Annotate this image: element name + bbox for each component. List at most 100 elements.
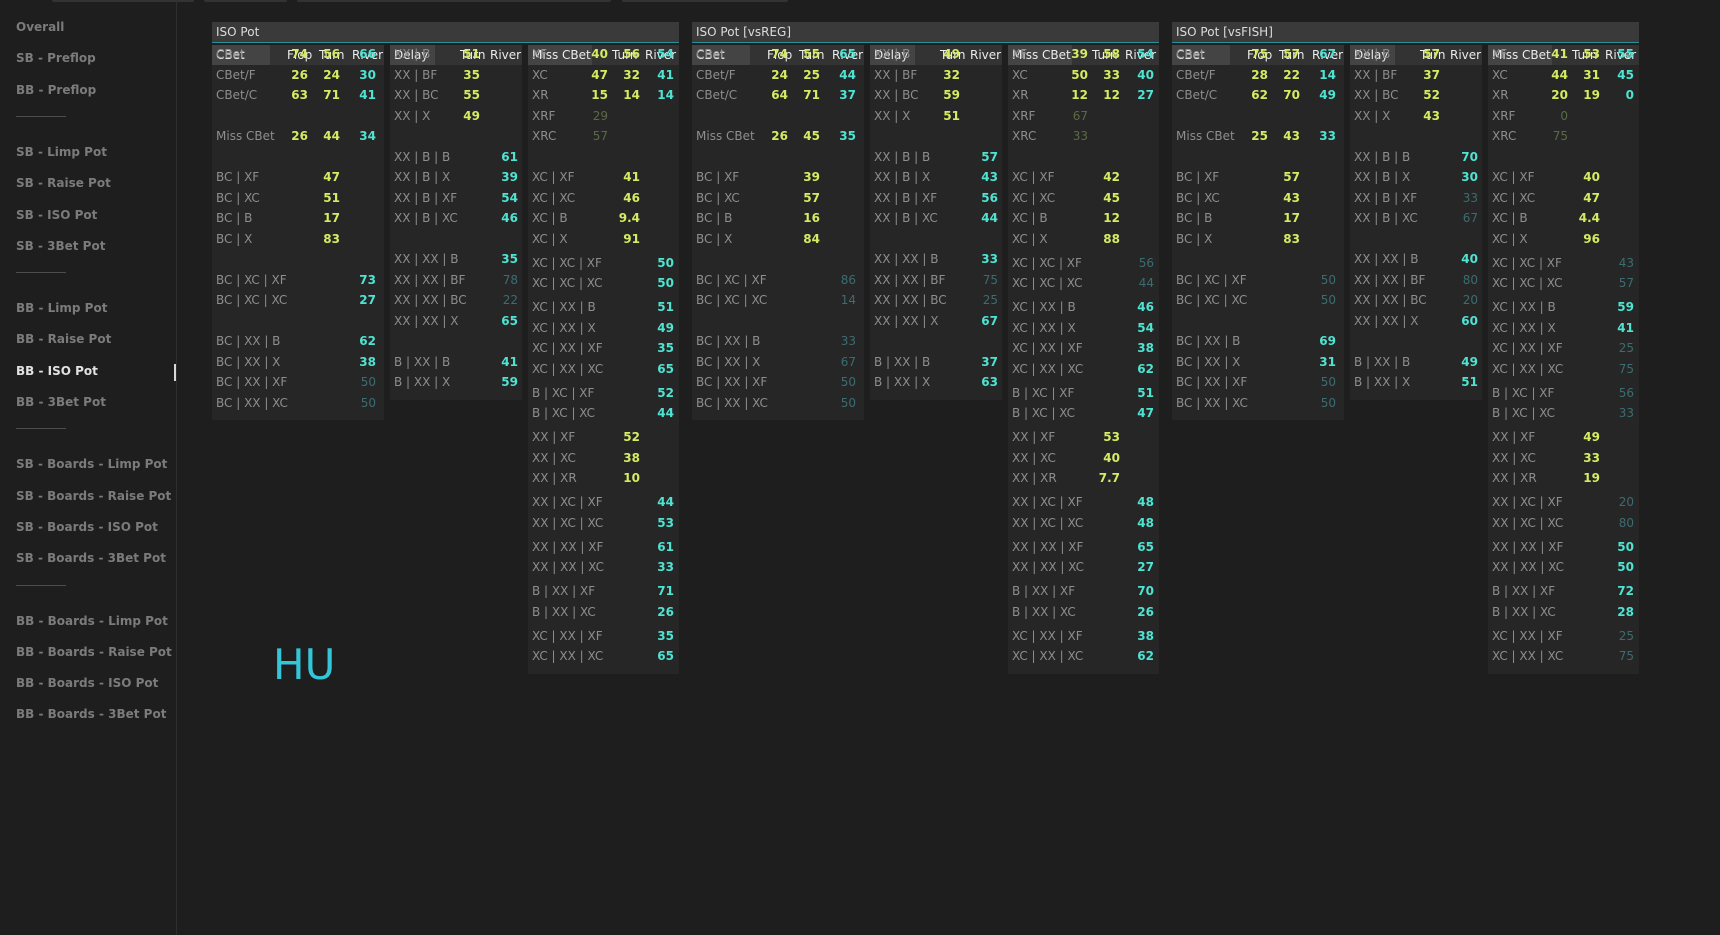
stat-value[interactable]: 41 bbox=[1594, 321, 1634, 335]
stat-value[interactable]: 27 bbox=[1114, 560, 1154, 574]
stat-value[interactable]: 42 bbox=[1080, 170, 1120, 184]
stat-value[interactable]: 37 bbox=[958, 355, 998, 369]
stat-value[interactable]: 14 bbox=[1296, 68, 1336, 82]
stat-value[interactable]: 65 bbox=[816, 47, 856, 61]
stat-value[interactable]: 49 bbox=[920, 47, 960, 61]
sidebar-item-sb-boards-3bet-pot[interactable]: SB - Boards - 3Bet Pot bbox=[16, 551, 166, 565]
stat-value[interactable]: 80 bbox=[1594, 516, 1634, 530]
stat-value[interactable]: 29 bbox=[568, 109, 608, 123]
stat-value[interactable]: 56 bbox=[300, 47, 340, 61]
stat-value[interactable]: 75 bbox=[1594, 649, 1634, 663]
stat-value[interactable]: 17 bbox=[1260, 211, 1300, 225]
stat-value[interactable]: 56 bbox=[1594, 386, 1634, 400]
stat-value[interactable]: 57 bbox=[1260, 170, 1300, 184]
stat-value[interactable]: 65 bbox=[634, 362, 674, 376]
stat-value[interactable]: 34 bbox=[336, 129, 376, 143]
stat-value[interactable]: 49 bbox=[634, 321, 674, 335]
stat-value[interactable]: 33 bbox=[634, 560, 674, 574]
stat-value[interactable]: 49 bbox=[1438, 355, 1478, 369]
stat-value[interactable]: 40 bbox=[1114, 68, 1154, 82]
stat-value[interactable]: 55 bbox=[1594, 47, 1634, 61]
stat-value[interactable]: 67 bbox=[1438, 211, 1478, 225]
stat-value[interactable]: 55 bbox=[440, 88, 480, 102]
sidebar-item-bb-iso-pot[interactable]: BB - ISO Pot bbox=[16, 364, 98, 378]
stat-value[interactable]: 25 bbox=[1594, 629, 1634, 643]
stat-value[interactable]: 51 bbox=[634, 300, 674, 314]
stat-value[interactable]: 49 bbox=[440, 109, 480, 123]
stat-value[interactable]: 33 bbox=[958, 252, 998, 266]
stat-value[interactable]: 33 bbox=[1594, 406, 1634, 420]
stat-value[interactable]: 53 bbox=[1080, 430, 1120, 444]
stat-value[interactable]: 46 bbox=[600, 191, 640, 205]
stat-value[interactable]: 38 bbox=[1114, 629, 1154, 643]
column-header-river[interactable]: River bbox=[1450, 48, 1481, 62]
stat-value[interactable]: 65 bbox=[478, 314, 518, 328]
stat-value[interactable]: 39 bbox=[780, 170, 820, 184]
stat-value[interactable]: 16 bbox=[780, 211, 820, 225]
stat-value[interactable]: 47 bbox=[1560, 191, 1600, 205]
stat-value[interactable]: 54 bbox=[634, 47, 674, 61]
stat-value[interactable]: 33 bbox=[1560, 451, 1600, 465]
stat-value[interactable]: 25 bbox=[1594, 341, 1634, 355]
stat-value[interactable]: 26 bbox=[634, 605, 674, 619]
stat-value[interactable]: 39 bbox=[478, 170, 518, 184]
stat-value[interactable]: 26 bbox=[1114, 605, 1154, 619]
stat-value[interactable]: 70 bbox=[1114, 584, 1154, 598]
sidebar-item-sb-limp-pot[interactable]: SB - Limp Pot bbox=[16, 145, 107, 159]
stat-value[interactable]: 47 bbox=[1114, 406, 1154, 420]
stat-value[interactable]: 57 bbox=[780, 191, 820, 205]
stat-value[interactable]: 75 bbox=[1594, 362, 1634, 376]
stat-value[interactable]: 50 bbox=[1296, 375, 1336, 389]
stat-value[interactable]: 44 bbox=[300, 129, 340, 143]
stat-value[interactable]: 56 bbox=[958, 191, 998, 205]
stat-value[interactable]: 41 bbox=[478, 355, 518, 369]
stat-value[interactable]: 43 bbox=[1260, 191, 1300, 205]
stat-value[interactable]: 9.4 bbox=[600, 211, 640, 225]
sidebar-item-bb-boards-3bet-pot[interactable]: BB - Boards - 3Bet Pot bbox=[16, 707, 166, 721]
stat-value[interactable]: 38 bbox=[1114, 341, 1154, 355]
sidebar-item-sb-iso-pot[interactable]: SB - ISO Pot bbox=[16, 208, 97, 222]
stat-value[interactable]: 67 bbox=[1296, 47, 1336, 61]
stat-value[interactable]: 86 bbox=[816, 273, 856, 287]
stat-value[interactable]: 44 bbox=[816, 68, 856, 82]
stat-value[interactable]: 32 bbox=[920, 68, 960, 82]
stat-value[interactable]: 59 bbox=[920, 88, 960, 102]
stat-value[interactable]: 54 bbox=[478, 191, 518, 205]
stat-value[interactable]: 75 bbox=[958, 273, 998, 287]
stat-value[interactable]: 50 bbox=[634, 256, 674, 270]
stat-value[interactable]: 70 bbox=[1438, 150, 1478, 164]
stat-value[interactable]: 57 bbox=[1260, 47, 1300, 61]
stat-value[interactable]: 33 bbox=[1048, 129, 1088, 143]
stat-value[interactable]: 51 bbox=[300, 191, 340, 205]
stat-value[interactable]: 50 bbox=[1296, 396, 1336, 410]
stat-value[interactable]: 57 bbox=[568, 129, 608, 143]
sidebar-item-sb-preflop[interactable]: SB - Preflop bbox=[16, 51, 96, 65]
stat-value[interactable]: 84 bbox=[780, 232, 820, 246]
stat-value[interactable]: 27 bbox=[1114, 88, 1154, 102]
stat-value[interactable]: 46 bbox=[478, 211, 518, 225]
stat-value[interactable]: 41 bbox=[336, 88, 376, 102]
column-header-river[interactable]: River bbox=[490, 48, 521, 62]
stat-value[interactable]: 59 bbox=[478, 375, 518, 389]
stat-value[interactable]: 52 bbox=[600, 430, 640, 444]
stat-value[interactable]: 43 bbox=[1594, 256, 1634, 270]
stat-value[interactable]: 62 bbox=[1114, 649, 1154, 663]
stat-value[interactable]: 25 bbox=[780, 68, 820, 82]
stat-value[interactable]: 43 bbox=[1260, 129, 1300, 143]
stat-value[interactable]: 96 bbox=[1560, 232, 1600, 246]
stat-value[interactable]: 50 bbox=[1296, 293, 1336, 307]
stat-value[interactable]: 50 bbox=[336, 375, 376, 389]
stat-value[interactable]: 50 bbox=[1594, 540, 1634, 554]
stat-value[interactable]: 47 bbox=[300, 170, 340, 184]
stat-value[interactable]: 57 bbox=[1594, 276, 1634, 290]
stat-value[interactable]: 4.4 bbox=[1560, 211, 1600, 225]
stat-value[interactable]: 17 bbox=[300, 211, 340, 225]
stat-value[interactable]: 69 bbox=[1296, 334, 1336, 348]
stat-value[interactable]: 52 bbox=[1400, 88, 1440, 102]
sidebar-item-bb-boards-raise-pot[interactable]: BB - Boards - Raise Pot bbox=[16, 645, 172, 659]
stat-value[interactable]: 33 bbox=[1438, 191, 1478, 205]
stat-value[interactable]: 37 bbox=[816, 88, 856, 102]
sidebar-item-overall[interactable]: Overall bbox=[16, 20, 64, 34]
stat-value[interactable]: 38 bbox=[336, 355, 376, 369]
stat-value[interactable]: 20 bbox=[1438, 293, 1478, 307]
